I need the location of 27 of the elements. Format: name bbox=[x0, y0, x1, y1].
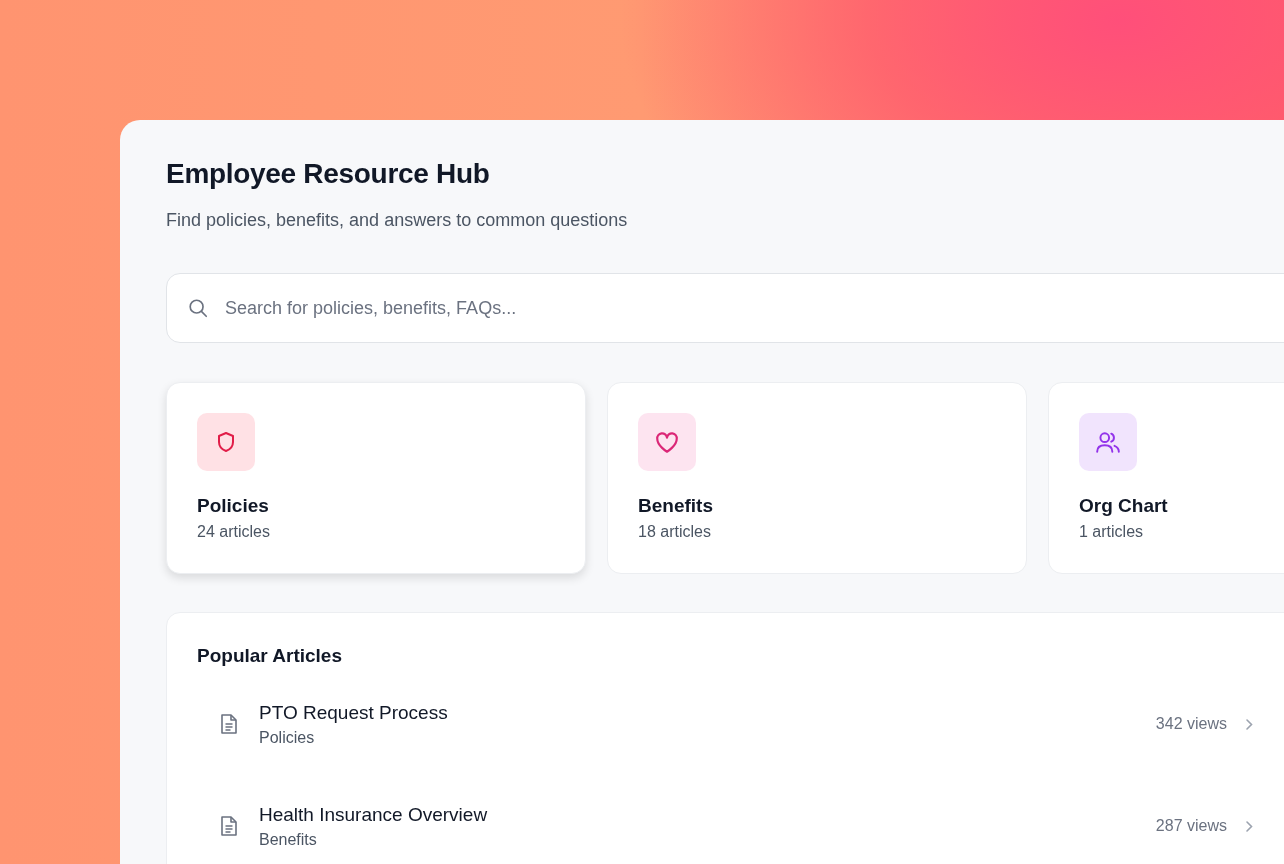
article-category: Benefits bbox=[259, 830, 318, 849]
category-card[interactable]: Org Chart 1 articles bbox=[1048, 382, 1284, 574]
chevron-right-icon bbox=[1245, 717, 1253, 731]
section-title: Popular Articles bbox=[197, 645, 343, 667]
category-card[interactable]: Policies 24 articles bbox=[166, 382, 586, 574]
article-category: Policies bbox=[259, 728, 316, 747]
search-icon bbox=[187, 297, 209, 319]
category-name: Benefits bbox=[638, 495, 714, 517]
view-count: 342 views bbox=[1155, 715, 1227, 733]
article-title: Health Insurance Overview bbox=[259, 803, 489, 826]
article-count: 24 articles bbox=[197, 523, 271, 541]
page-subtitle: Find policies, benefits, and answers to common questions bbox=[166, 210, 629, 231]
article-count: 1 articles bbox=[1079, 523, 1145, 541]
search-field[interactable]: Search for policies, benefits, FAQs... bbox=[223, 296, 1284, 320]
category-name: Org Chart bbox=[1079, 495, 1169, 517]
view-count: 287 views bbox=[1155, 817, 1227, 835]
page-title: Employee Resource Hub bbox=[166, 158, 491, 190]
article-row[interactable]: PTO Request Process Policies 342 views bbox=[197, 679, 1253, 769]
category-card[interactable]: Benefits 18 articles bbox=[607, 382, 1027, 574]
article-row[interactable]: Health Insurance Overview Benefits 287 views bbox=[197, 781, 1253, 864]
category-name: Policies bbox=[197, 495, 270, 517]
article-count: 18 articles bbox=[638, 523, 712, 541]
document-icon bbox=[219, 713, 239, 735]
chevron-right-icon bbox=[1245, 819, 1253, 833]
article-title: PTO Request Process bbox=[259, 701, 449, 724]
document-icon bbox=[219, 815, 239, 837]
search-bar[interactable]: Search for policies, benefits, FAQs... bbox=[166, 273, 1284, 343]
